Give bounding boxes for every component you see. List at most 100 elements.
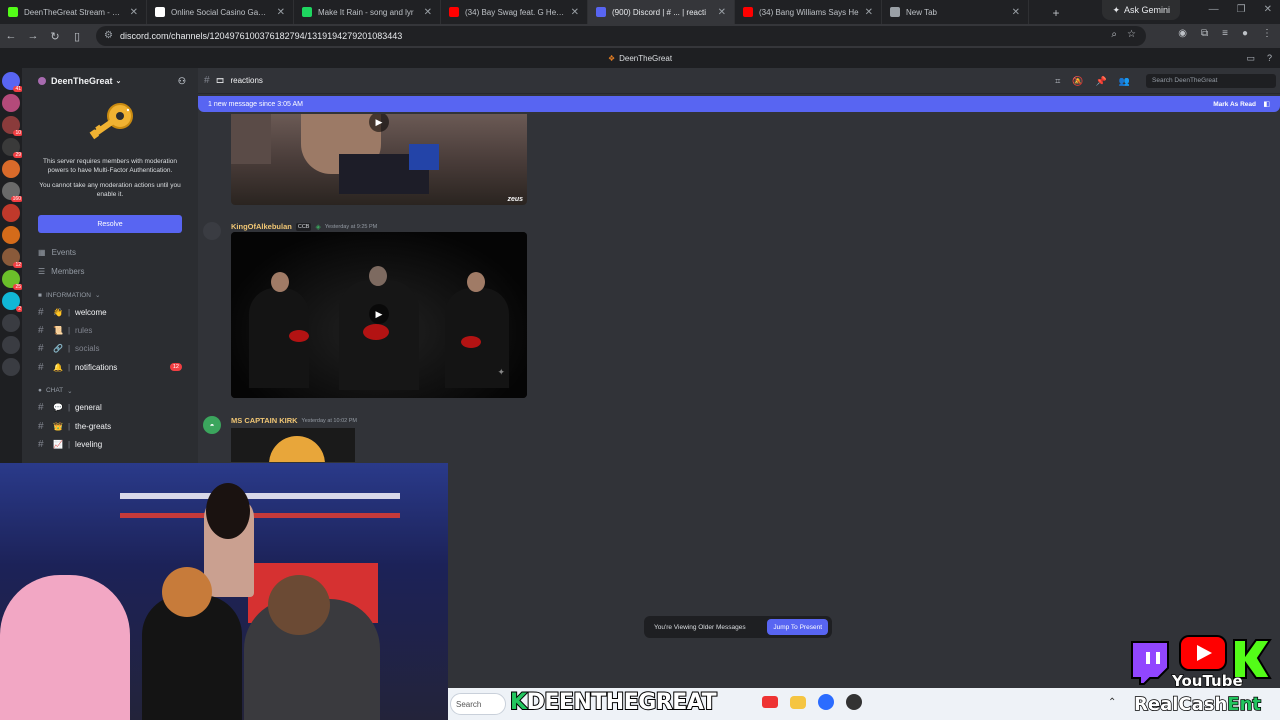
invite-people-icon[interactable]: ⚇ [178, 76, 186, 87]
realcash-label: RealCashEnt [1133, 693, 1261, 716]
cloud-emblem [289, 330, 309, 342]
maximize-button[interactable]: ❐ [1237, 4, 1246, 15]
avatar[interactable] [203, 222, 221, 240]
back-icon[interactable]: ← [0, 30, 22, 42]
obs-icon[interactable] [846, 694, 862, 710]
browser-tab[interactable]: New Tab ✕ [882, 0, 1029, 24]
server-icon[interactable]: 41 [2, 72, 23, 92]
category-chat[interactable]: ● CHAT ⌄ [22, 383, 198, 399]
folder-icon[interactable] [790, 695, 806, 709]
puzzle-icon[interactable]: ⧉ [1201, 28, 1208, 39]
threads-icon[interactable]: ⌗ [1055, 76, 1060, 87]
category-icon: ■ [38, 291, 42, 299]
browser-tab[interactable]: (34) Bang Williams Says He ✕ [735, 0, 882, 24]
server-icon[interactable] [2, 336, 20, 354]
pin-icon[interactable]: 📌 [1096, 76, 1107, 87]
play-icon[interactable]: ▶ [369, 114, 389, 132]
tab-close-icon[interactable]: ✕ [130, 7, 138, 18]
username[interactable]: MS CAPTAIN KIRK [231, 416, 298, 425]
channel-rules[interactable]: # 📜 | rules [22, 321, 198, 339]
server-header[interactable]: DeenTheGreat ⌄ ⚇ [22, 68, 198, 94]
banner-text: DEENTHEGREAT [526, 689, 718, 716]
mute-icon[interactable]: 🔕 [1072, 76, 1083, 87]
channel-socials[interactable]: # 🔗 | socials [22, 340, 198, 358]
profile-icon[interactable]: ● [1242, 28, 1248, 39]
play-icon[interactable]: ▶ [369, 304, 389, 324]
address-bar[interactable]: ⚙ discord.com/channels/12049761003761827… [96, 26, 1146, 46]
search-input[interactable]: Search DeenTheGreat [1146, 74, 1276, 88]
tab-close-icon[interactable]: ✕ [1012, 7, 1020, 18]
extension-icon[interactable]: ◉ [1178, 28, 1187, 39]
server-icon[interactable]: 10 [2, 116, 23, 136]
taskbar-search[interactable]: Search [450, 693, 506, 715]
channel-notifications[interactable]: # 🔔 | notifications 12 [22, 358, 198, 376]
reload-icon[interactable]: ↻ [44, 30, 66, 43]
new-tab-button[interactable]: + [1044, 6, 1068, 20]
username[interactable]: KingOfAlkebulan [231, 222, 292, 231]
server-icon[interactable]: 2 [2, 292, 23, 312]
tab-title: (34) Bang Williams Says He [759, 7, 859, 17]
close-window-button[interactable]: ✕ [1264, 4, 1272, 15]
minimize-button[interactable]: — [1209, 4, 1219, 15]
tab-close-icon[interactable]: ✕ [865, 7, 873, 18]
hash-icon: # [38, 439, 44, 451]
youtube-logo-icon [1179, 635, 1227, 671]
tab-close-icon[interactable]: ✕ [424, 7, 432, 18]
inbox-icon[interactable]: ▭ [1246, 53, 1255, 64]
tray-chevron-icon[interactable]: ⌃ [1108, 697, 1116, 708]
events-link[interactable]: ▦ Events [22, 243, 198, 262]
forward-icon[interactable]: → [22, 30, 44, 42]
jump-to-present-button[interactable]: Jump To Present [767, 619, 828, 635]
older-messages-notice: You're Viewing Older Messages Jump To Pr… [644, 616, 832, 638]
channel-general[interactable]: # 💬 | general [22, 399, 198, 417]
browser-tab[interactable]: (34) Bay Swag feat. G Herbo ✕ [441, 0, 588, 24]
tab-favicon-icon [302, 7, 312, 17]
member-list-icon[interactable]: 👥 [1119, 76, 1130, 87]
bookmark-star-icon[interactable]: ☆ [1127, 29, 1136, 40]
tab-close-icon[interactable]: ✕ [571, 7, 579, 18]
browser-tab[interactable]: DeenTheGreat Stream - Wa ✕ [0, 0, 147, 24]
media-icon[interactable]: ≡ [1222, 28, 1228, 39]
avatar[interactable]: ◓ [203, 416, 221, 434]
server-icon[interactable] [2, 94, 20, 112]
zoom-icon[interactable]: ⌕ [1111, 29, 1117, 40]
mark-as-read-button[interactable]: Mark As Read [1213, 101, 1256, 108]
browser-tab[interactable]: Online Social Casino Games ✕ [147, 0, 294, 24]
menu-icon[interactable]: ⋮ [1262, 28, 1272, 39]
window-controls: — ❐ ✕ [1209, 4, 1272, 15]
youtube-icon[interactable] [762, 696, 778, 708]
image-embed[interactable] [231, 428, 355, 462]
browser-icon[interactable] [818, 694, 834, 710]
hash-icon: # [38, 325, 44, 337]
video-figure [231, 114, 271, 164]
ask-gemini-button[interactable]: ✦ Ask Gemini [1102, 0, 1180, 20]
server-icon[interactable]: 29 [2, 138, 23, 158]
sidebar-toggle-icon[interactable]: ▯ [66, 30, 88, 43]
channel-sidebar: DeenTheGreat ⌄ ⚇ This server requires me… [22, 68, 198, 468]
video-embed[interactable]: ▶ ✦ [231, 232, 527, 398]
server-icon[interactable]: 12 [2, 248, 23, 268]
browser-tab[interactable]: Make It Rain - song and lyr ✕ [294, 0, 441, 24]
tab-close-icon[interactable]: ✕ [718, 7, 726, 18]
resolve-button[interactable]: Resolve [38, 215, 182, 233]
server-icon[interactable] [2, 160, 20, 178]
members-link[interactable]: ☰ Members [22, 262, 198, 281]
channel-leveling[interactable]: # 📈 | leveling [22, 435, 198, 453]
server-icon[interactable] [2, 314, 20, 332]
browser-tab[interactable]: (900) Discord | # ... | reacti ✕ [588, 0, 735, 24]
channel-welcome[interactable]: # 👋 | welcome [22, 303, 198, 321]
server-icon[interactable]: 25 [2, 270, 23, 290]
server-icon[interactable] [2, 358, 20, 376]
video-embed[interactable]: ▶ zeus [231, 114, 527, 205]
server-icon[interactable]: 160 [2, 182, 23, 202]
help-icon[interactable]: ? [1267, 53, 1272, 64]
server-icon[interactable] [2, 226, 20, 244]
category-information[interactable]: ■ INFORMATION ⌄ [22, 287, 198, 303]
tab-close-icon[interactable]: ✕ [277, 7, 285, 18]
channel-the-greats[interactable]: # 👑 | the-greats [22, 417, 198, 435]
server-icon[interactable] [2, 204, 20, 222]
tab-favicon-icon [8, 7, 18, 17]
new-messages-bar[interactable]: 1 new message since 3:05 AM Mark As Read… [198, 96, 1280, 112]
site-info-icon[interactable]: ⚙ [104, 30, 113, 41]
channel-separator: | [67, 403, 71, 413]
